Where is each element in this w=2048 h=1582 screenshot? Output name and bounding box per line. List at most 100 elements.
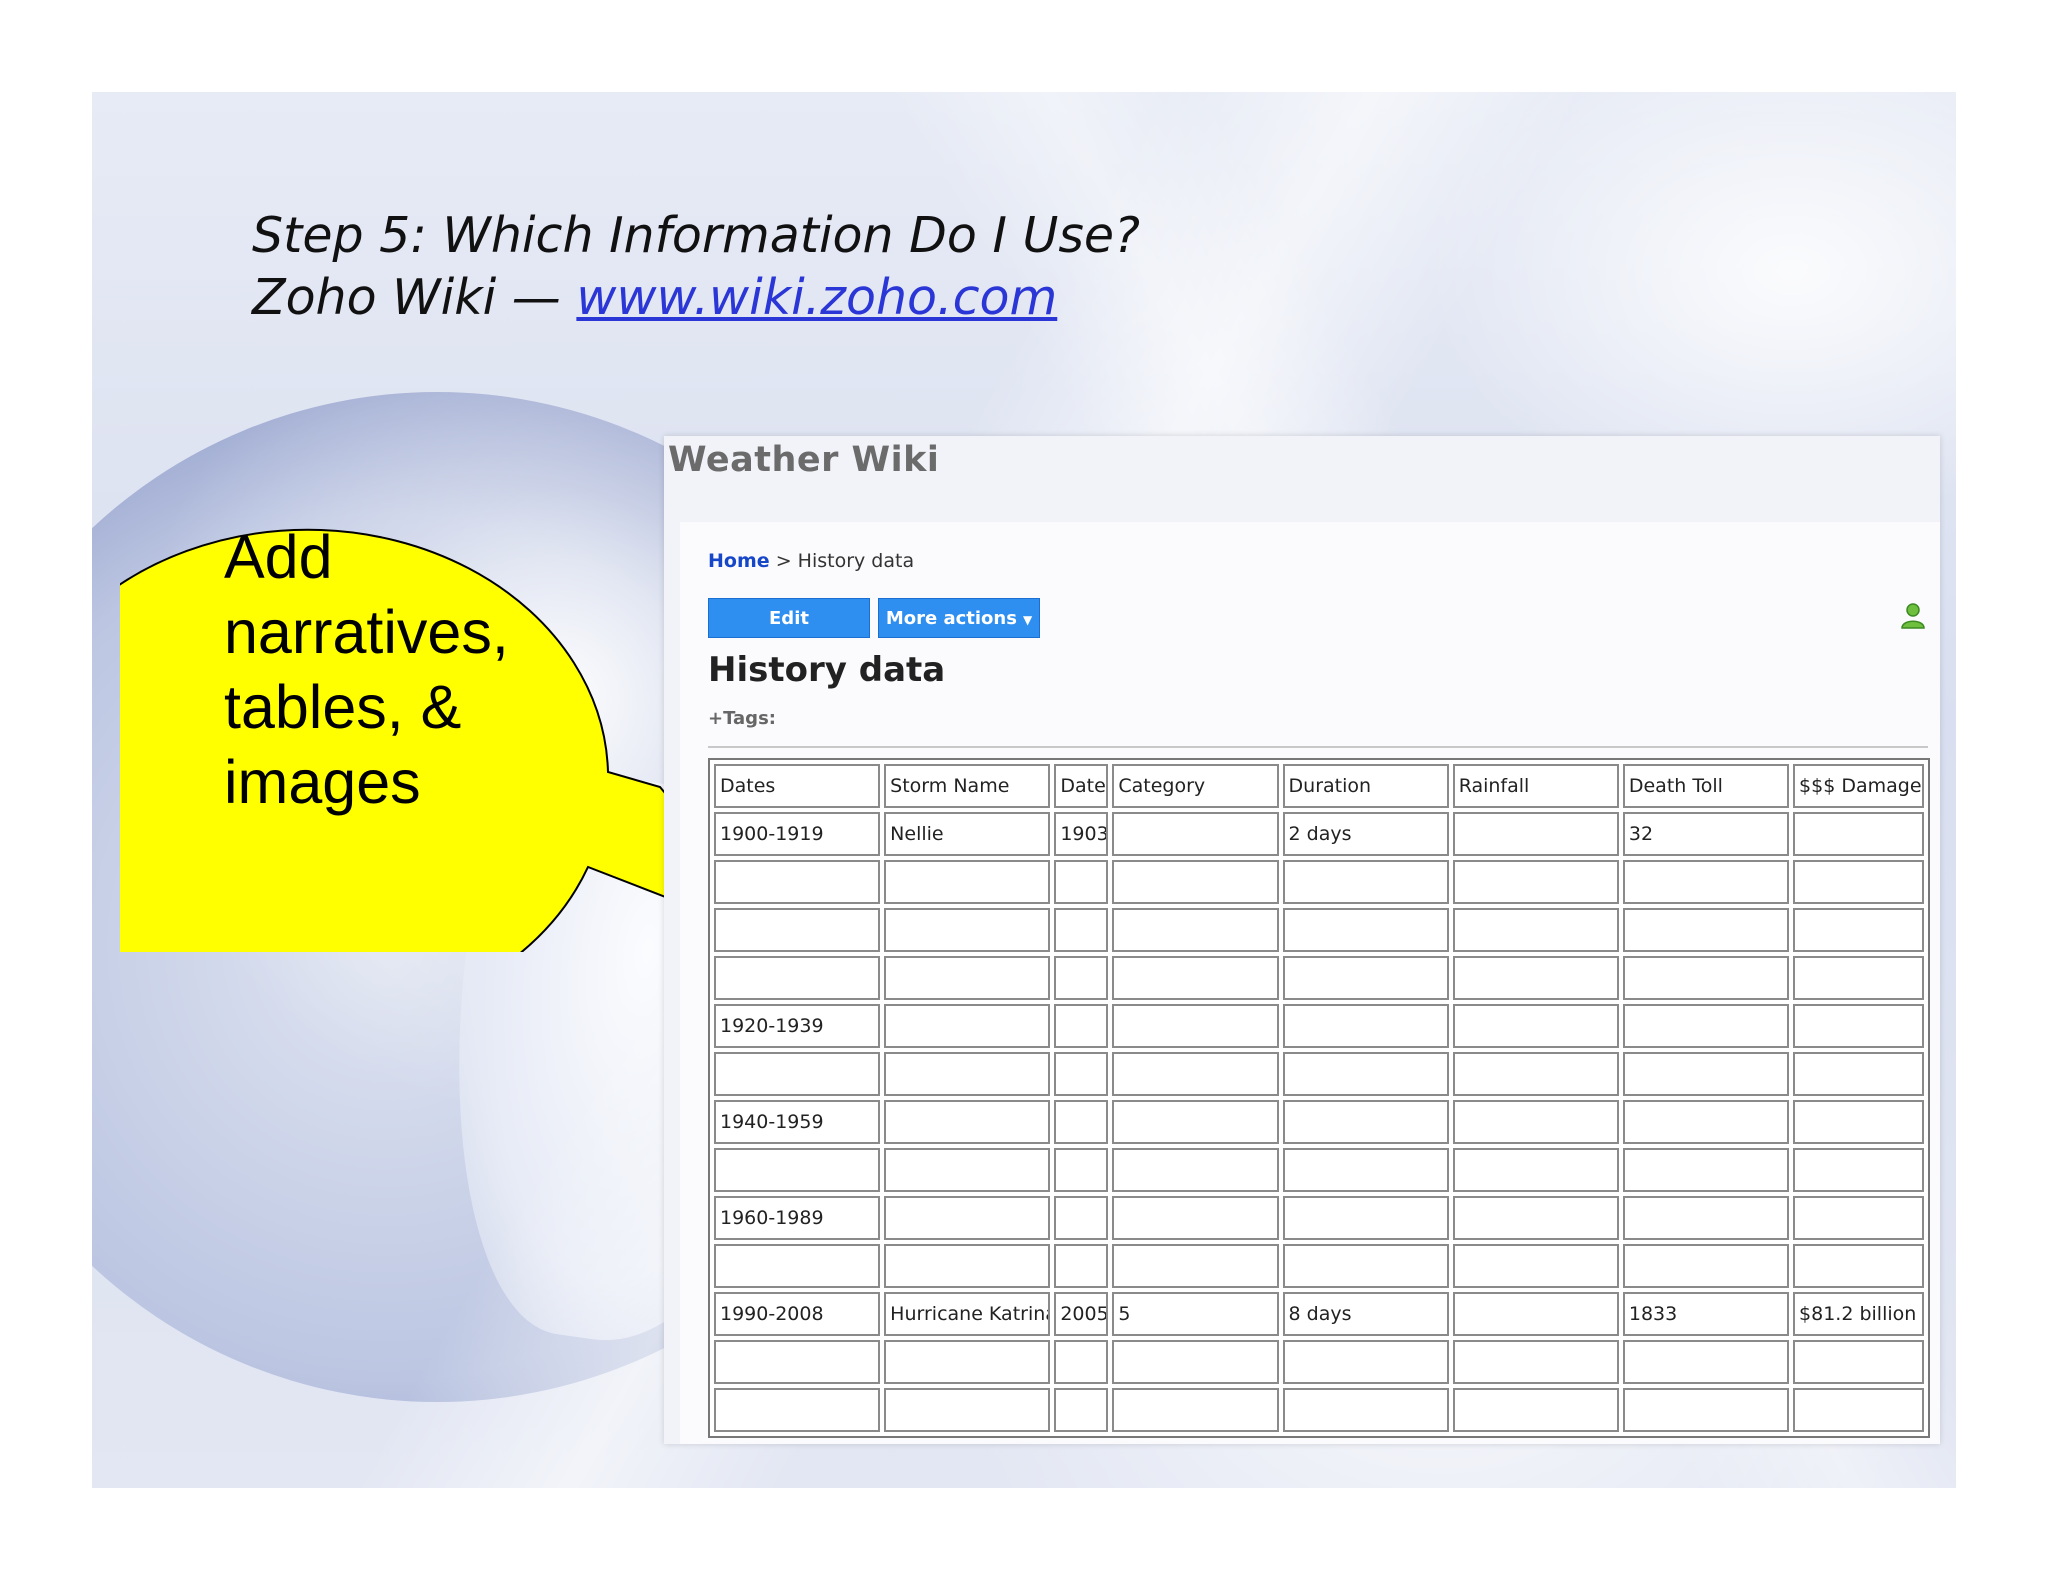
table-row bbox=[714, 1148, 1924, 1192]
table-cell bbox=[1112, 1004, 1279, 1048]
table-cell bbox=[1622, 1340, 1790, 1384]
table-cell bbox=[1112, 1100, 1279, 1144]
table-cell bbox=[1112, 1340, 1279, 1384]
more-actions-button[interactable]: More actions ▼ bbox=[878, 598, 1040, 638]
title-prefix: Zoho Wiki — bbox=[252, 269, 577, 326]
chevron-down-icon: ▼ bbox=[1022, 613, 1033, 627]
table-cell bbox=[1054, 1244, 1109, 1288]
table-row: 1900-1919 Nellie 1903 2 days 32 bbox=[714, 812, 1924, 856]
table-cell bbox=[1793, 1148, 1924, 1192]
table-row bbox=[714, 1052, 1924, 1096]
table-cell bbox=[714, 1388, 881, 1432]
table-cell bbox=[714, 956, 881, 1000]
table-cell: 5 bbox=[1112, 1292, 1279, 1336]
table-cell bbox=[884, 860, 1051, 904]
add-tags-link[interactable]: +Tags: bbox=[708, 708, 776, 729]
table-cell bbox=[884, 908, 1051, 952]
table-cell bbox=[1054, 1004, 1109, 1048]
table-cell bbox=[1622, 1196, 1790, 1240]
table-cell: 1900-1919 bbox=[714, 812, 881, 856]
zoho-wiki-link[interactable]: www.wiki.zoho.com bbox=[576, 269, 1057, 326]
table-cell bbox=[1793, 860, 1924, 904]
table-row: 1940-1959 bbox=[714, 1100, 1924, 1144]
table-cell bbox=[1622, 1244, 1790, 1288]
table-cell bbox=[884, 1244, 1051, 1288]
table-cell bbox=[884, 1340, 1051, 1384]
table-cell bbox=[1452, 956, 1619, 1000]
user-icon[interactable] bbox=[1898, 600, 1928, 630]
wiki-site-title[interactable]: Weather Wiki bbox=[668, 440, 939, 480]
table-cell bbox=[1112, 908, 1279, 952]
table-cell bbox=[1054, 908, 1109, 952]
callout-line-2: narratives, bbox=[224, 598, 509, 666]
table-cell bbox=[1282, 1196, 1449, 1240]
table-cell bbox=[1112, 1052, 1279, 1096]
table-cell bbox=[1452, 1004, 1619, 1048]
table-cell bbox=[1793, 1052, 1924, 1096]
table-row: 1990-2008 Hurricane Katrina 2005 5 8 days 183… bbox=[714, 1292, 1924, 1336]
table-cell bbox=[714, 1244, 881, 1288]
table-row bbox=[714, 860, 1924, 904]
table-cell bbox=[1622, 1052, 1790, 1096]
table-cell bbox=[1793, 1340, 1924, 1384]
table-cell bbox=[1793, 812, 1924, 856]
table-cell bbox=[1054, 1148, 1109, 1192]
table-cell bbox=[1054, 1052, 1109, 1096]
column-header: Death Toll bbox=[1622, 764, 1790, 808]
table-cell: 2005 bbox=[1054, 1292, 1109, 1336]
table-row bbox=[714, 956, 1924, 1000]
table-cell bbox=[1452, 1100, 1619, 1144]
table-row bbox=[714, 1388, 1924, 1432]
callout-line-3: tables, & bbox=[224, 673, 462, 741]
table-cell bbox=[1112, 1196, 1279, 1240]
table-cell bbox=[1793, 1100, 1924, 1144]
table-cell bbox=[1282, 1244, 1449, 1288]
table-cell bbox=[1452, 908, 1619, 952]
title-line-2: Zoho Wiki — www.wiki.zoho.com bbox=[252, 267, 1140, 329]
table-cell bbox=[1793, 908, 1924, 952]
column-header: $$$ Damage bbox=[1793, 764, 1924, 808]
edit-button[interactable]: Edit bbox=[708, 598, 870, 638]
table-cell bbox=[1112, 860, 1279, 904]
table-cell bbox=[1054, 1196, 1109, 1240]
table-cell bbox=[1054, 860, 1109, 904]
callout-line-4: images bbox=[224, 748, 421, 816]
table-cell bbox=[1793, 1196, 1924, 1240]
column-header: Dates bbox=[714, 764, 881, 808]
table-cell: 1960-1989 bbox=[714, 1196, 881, 1240]
title-line-1: Step 5: Which Information Do I Use? bbox=[252, 207, 1141, 264]
table-cell bbox=[1112, 1388, 1279, 1432]
table-cell bbox=[884, 1052, 1051, 1096]
table-cell bbox=[1282, 1052, 1449, 1096]
table-cell: 1920-1939 bbox=[714, 1004, 881, 1048]
table-cell bbox=[1622, 1388, 1790, 1432]
table-cell: 8 days bbox=[1282, 1292, 1449, 1336]
table-cell bbox=[1793, 1388, 1924, 1432]
column-header: Category bbox=[1112, 764, 1279, 808]
table-cell bbox=[1452, 1292, 1619, 1336]
table-cell bbox=[1452, 860, 1619, 904]
table-cell bbox=[884, 956, 1051, 1000]
table-cell bbox=[714, 1340, 881, 1384]
table-cell bbox=[1054, 956, 1109, 1000]
table-row: 1960-1989 bbox=[714, 1196, 1924, 1240]
table-cell bbox=[1282, 1340, 1449, 1384]
table-cell bbox=[1282, 1100, 1449, 1144]
table-cell bbox=[1452, 1196, 1619, 1240]
wiki-content: Home > History data Edit More actions ▼ H… bbox=[680, 522, 1940, 1444]
table-cell bbox=[884, 1196, 1051, 1240]
breadcrumb-home-link[interactable]: Home bbox=[708, 550, 770, 572]
table-cell bbox=[1622, 908, 1790, 952]
table-cell: $81.2 billion bbox=[1793, 1292, 1924, 1336]
table-cell bbox=[1622, 956, 1790, 1000]
table-cell bbox=[1622, 1148, 1790, 1192]
table-cell bbox=[1793, 1004, 1924, 1048]
breadcrumb-current: History data bbox=[797, 550, 915, 572]
table-row bbox=[714, 1340, 1924, 1384]
table-cell bbox=[1112, 1148, 1279, 1192]
table-header-row: Dates Storm Name Date Category Duration Rainf… bbox=[714, 764, 1924, 808]
table-row bbox=[714, 908, 1924, 952]
table-cell bbox=[1452, 1244, 1619, 1288]
table-cell bbox=[714, 860, 881, 904]
table-cell bbox=[714, 1052, 881, 1096]
